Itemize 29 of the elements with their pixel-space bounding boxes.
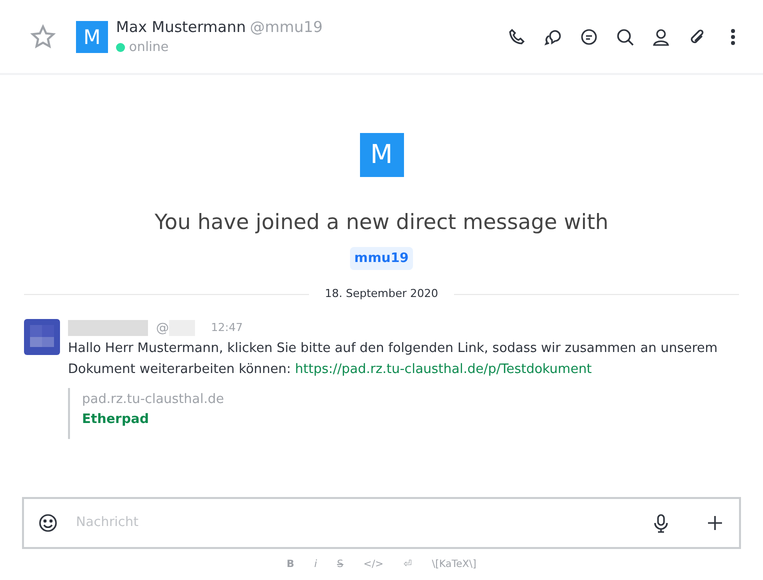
room-avatar: M (360, 133, 404, 177)
katex-format-button[interactable]: \[KaTeX\] (426, 557, 482, 572)
message-time: 12:47 (211, 320, 243, 336)
strike-format-button[interactable]: S (331, 557, 350, 572)
preview-host: pad.rz.tu-clausthal.de (82, 391, 225, 409)
message-link[interactable]: https://pad.rz.tu-clausthal.de/p/Testdokument (295, 362, 592, 377)
status-text: online (129, 39, 169, 57)
microphone-icon[interactable] (651, 513, 671, 533)
user-avatar: M (76, 20, 108, 52)
star-icon[interactable] (30, 24, 56, 50)
emoji-icon[interactable] (38, 513, 58, 533)
code-format-button[interactable]: </> (357, 557, 390, 572)
user-icon[interactable] (651, 26, 671, 46)
preview-title[interactable]: Etherpad (82, 410, 727, 429)
plus-icon[interactable] (705, 513, 725, 533)
user-name: Max Mustermann (116, 16, 246, 38)
search-icon[interactable] (615, 26, 635, 46)
username: @ (156, 320, 169, 338)
intro-text: You have joined a new direct message with (154, 209, 608, 236)
thread-icon[interactable] (579, 26, 599, 46)
message-composer[interactable]: Nachricht (22, 497, 741, 549)
mention-chip[interactable]: mmu19 (350, 246, 413, 270)
phone-icon[interactable] (507, 26, 527, 46)
bold-format-button[interactable]: B (280, 557, 300, 572)
username: @mmu19 (250, 16, 323, 38)
newline-format-button[interactable]: ⏎ (398, 557, 418, 572)
date-divider: 18. September 2020 (324, 286, 438, 302)
message-text: Hallo Herr Mustermann, klicken Sie bitte auf den folgenden Link, sodass wir zusammen an unserem Dokument weiterarbeiten können: https://pad.rz.tu-clausthal.de/p/Testdokument (68, 340, 719, 379)
italic-format-button[interactable]: i (308, 557, 324, 572)
